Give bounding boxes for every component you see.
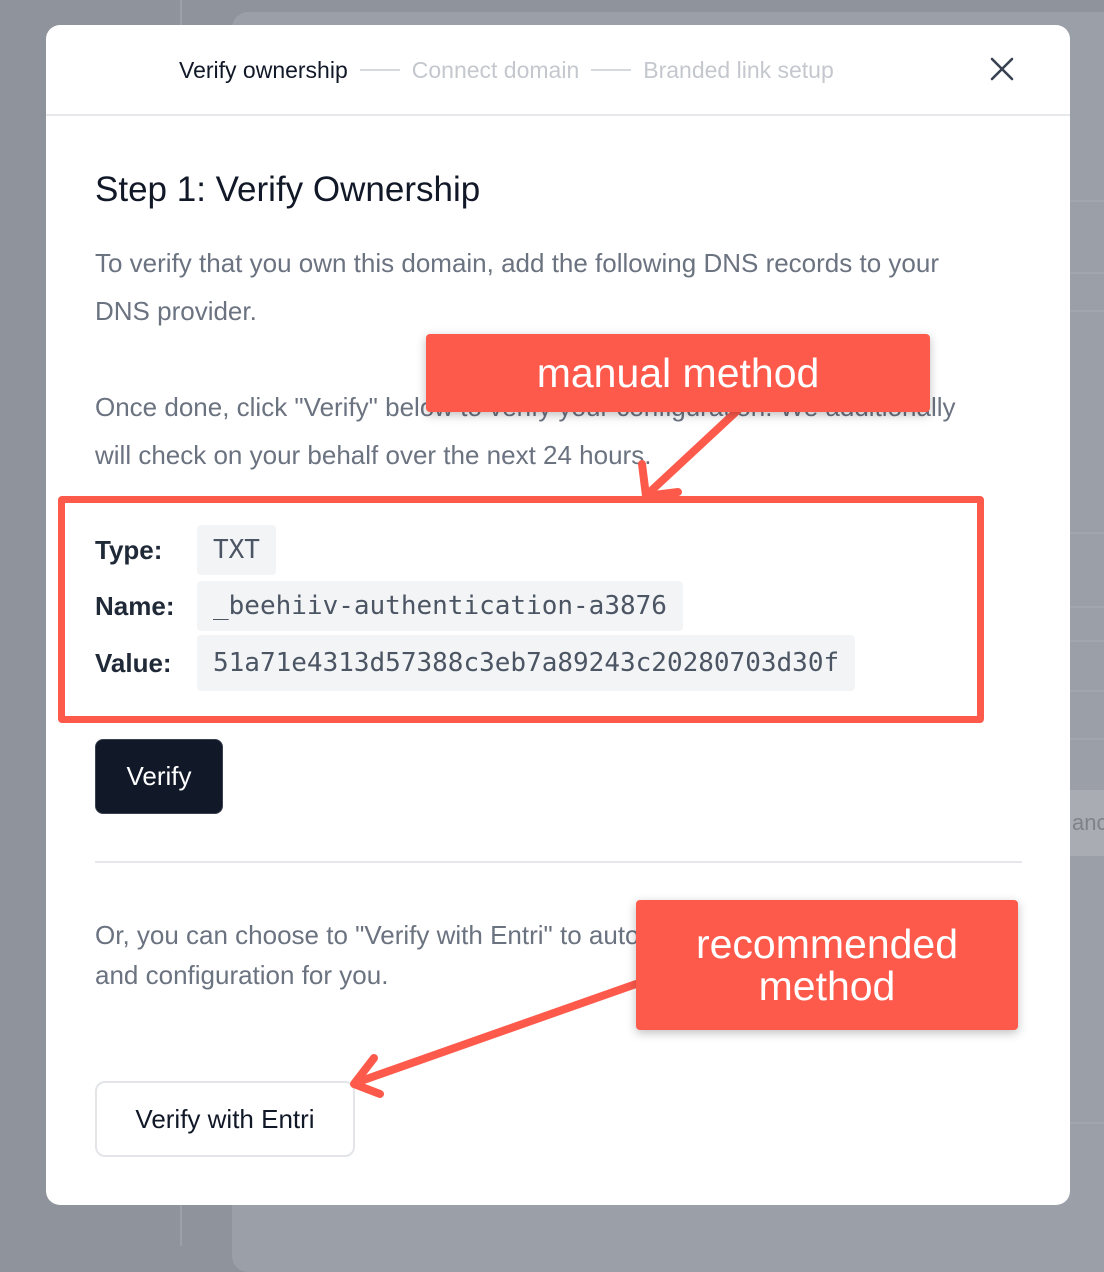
background-row-line <box>1068 640 1104 642</box>
recommended-method-callout: recommended method <box>636 900 1018 1030</box>
verify-with-entri-button[interactable]: Verify with Entri <box>95 1081 355 1157</box>
background-row-line <box>1068 532 1104 534</box>
background-row-line <box>1068 310 1104 312</box>
background-button-partial: anc <box>1068 790 1104 856</box>
background-row-line <box>1068 606 1104 608</box>
background-row-line <box>1068 690 1104 692</box>
background-row-line <box>1068 272 1104 274</box>
modal-header: Verify ownership Connect domain Branded … <box>46 25 1070 116</box>
page-title: Step 1: Verify Ownership <box>95 170 481 209</box>
manual-method-highlight <box>58 496 984 723</box>
step-connector <box>359 69 400 71</box>
step-connect-domain: Connect domain <box>411 56 580 83</box>
background-row-line <box>1068 200 1104 202</box>
intro-text: To verify that you own this domain, add … <box>95 248 939 326</box>
section-divider <box>95 861 1022 863</box>
close-button[interactable] <box>986 53 1018 85</box>
manual-method-callout: manual method <box>426 334 930 412</box>
step-branded-link-setup: Branded link setup <box>643 56 834 83</box>
background-row-line <box>1068 1122 1104 1124</box>
step-connector <box>591 69 632 71</box>
step-verify-ownership: Verify ownership <box>179 56 348 83</box>
background-row-line <box>1068 738 1104 740</box>
close-icon <box>990 57 1014 81</box>
stepper: Verify ownership Connect domain Branded … <box>179 53 834 87</box>
verify-button[interactable]: Verify <box>95 739 223 814</box>
